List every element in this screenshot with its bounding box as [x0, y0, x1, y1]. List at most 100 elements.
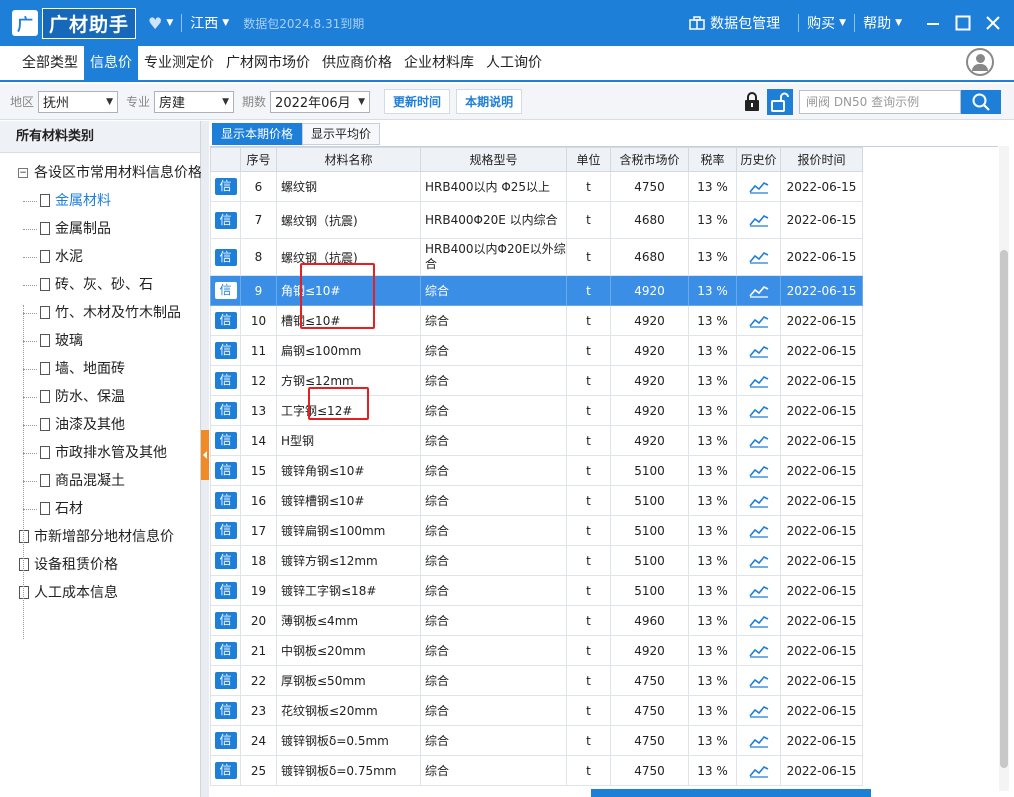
cell-history[interactable]	[736, 365, 781, 396]
tree-node-child[interactable]: 市政排水管及其他	[0, 439, 200, 467]
info-badge[interactable]: 信	[214, 762, 237, 779]
help-menu[interactable]: 帮助 ▼	[863, 13, 902, 33]
info-badge[interactable]: 信	[214, 492, 237, 509]
tree-node-child[interactable]: 砖、灰、砂、石	[0, 271, 200, 299]
table-row[interactable]: 信 20 薄钢板≤4mm 综合 t 4960 13 % 2022-06-15	[210, 605, 863, 636]
close-button[interactable]	[982, 12, 1004, 34]
cell-history[interactable]	[736, 201, 781, 239]
tree-node-child[interactable]: 石材	[0, 495, 200, 523]
table-row[interactable]: 信 25 镀锌钢板δ=0.75mm 综合 t 4750 13 % 2022-06-15	[210, 755, 863, 786]
info-badge[interactable]: 信	[214, 282, 237, 299]
collapse-panel-handle[interactable]	[201, 430, 209, 480]
tree-node-child[interactable]: 金属材料	[0, 187, 200, 215]
trend-chart-icon[interactable]	[748, 764, 769, 778]
cell-history[interactable]	[736, 665, 781, 696]
trend-chart-icon[interactable]	[748, 284, 769, 298]
trend-chart-icon[interactable]	[748, 250, 769, 264]
table-row[interactable]: 信 16 镀锌槽钢≤10# 综合 t 5100 13 % 2022-06-15	[210, 485, 863, 516]
info-badge[interactable]: 信	[214, 178, 237, 195]
trend-chart-icon[interactable]	[748, 674, 769, 688]
column-header[interactable]: 历史价	[736, 147, 781, 172]
unlock-button[interactable]	[767, 89, 793, 115]
cell-history[interactable]	[736, 425, 781, 456]
column-header[interactable]: 含税市场价	[610, 147, 689, 172]
trend-chart-icon[interactable]	[748, 554, 769, 568]
tree-node-root[interactable]: 设备租赁价格	[0, 551, 200, 579]
user-avatar-icon[interactable]	[966, 48, 994, 76]
table-row[interactable]: 信 19 镀锌工字钢≤18# 综合 t 5100 13 % 2022-06-15	[210, 575, 863, 606]
info-badge[interactable]: 信	[214, 248, 237, 266]
trend-chart-icon[interactable]	[748, 434, 769, 448]
region-switcher[interactable]: 江西	[190, 13, 218, 33]
trend-chart-icon[interactable]	[748, 704, 769, 718]
scrollbar-thumb[interactable]	[1000, 250, 1008, 768]
maximize-button[interactable]	[952, 12, 974, 34]
info-badge[interactable]: 信	[214, 732, 237, 749]
trend-chart-icon[interactable]	[748, 734, 769, 748]
trend-chart-icon[interactable]	[748, 180, 769, 194]
trend-chart-icon[interactable]	[748, 213, 769, 227]
period-note-button[interactable]: 本期说明	[456, 89, 523, 114]
info-badge[interactable]: 信	[214, 612, 237, 629]
chevron-down-icon[interactable]: ▼	[166, 18, 173, 28]
info-badge[interactable]: 信	[214, 342, 237, 359]
info-badge[interactable]: 信	[214, 582, 237, 599]
cell-history[interactable]	[736, 605, 781, 636]
tree-node-child[interactable]: 水泥	[0, 243, 200, 271]
column-header[interactable]: 税率	[688, 147, 737, 172]
tab-menu-4[interactable]: 供应商价格	[316, 46, 398, 80]
info-badge[interactable]: 信	[214, 462, 237, 479]
cell-history[interactable]	[736, 395, 781, 426]
chevron-down-icon[interactable]: ▼	[222, 18, 229, 28]
cell-history[interactable]	[736, 695, 781, 726]
cell-history[interactable]	[736, 545, 781, 576]
trend-chart-icon[interactable]	[748, 374, 769, 388]
trend-chart-icon[interactable]	[748, 404, 769, 418]
cell-history[interactable]	[736, 275, 781, 306]
info-badge[interactable]: 信	[214, 432, 237, 449]
column-header[interactable]: 单位	[566, 147, 611, 172]
tree-node-child[interactable]: 防水、保温	[0, 383, 200, 411]
tab-menu-0[interactable]: 全部类型	[16, 46, 84, 80]
tab-menu-2[interactable]: 专业测定价	[138, 46, 220, 80]
region-select[interactable]: 抚州 ▼	[38, 90, 119, 113]
collapse-icon[interactable]: −	[18, 168, 28, 178]
table-row[interactable]: 信 21 中钢板≤20mm 综合 t 4920 13 % 2022-06-15	[210, 635, 863, 666]
period-select[interactable]: 2022年06月 ▼	[270, 90, 371, 113]
tree-node-child[interactable]: 竹、木材及竹木制品	[0, 299, 200, 327]
info-badge[interactable]: 信	[214, 702, 237, 719]
cell-history[interactable]	[736, 171, 781, 202]
trend-chart-icon[interactable]	[748, 314, 769, 328]
table-row[interactable]: 信 18 镀锌方钢≤12mm 综合 t 5100 13 % 2022-06-15	[210, 545, 863, 576]
tab-average-price[interactable]: 显示平均价	[302, 123, 381, 145]
cell-history[interactable]	[736, 755, 781, 786]
table-scrollbar[interactable]	[999, 146, 1009, 791]
trend-chart-icon[interactable]	[748, 464, 769, 478]
lock-icon[interactable]	[744, 92, 760, 112]
cell-history[interactable]	[736, 515, 781, 546]
search-input[interactable]: 闸阀 DN50 查询示例	[799, 90, 961, 114]
tree-node-child[interactable]: 油漆及其他	[0, 411, 200, 439]
major-select[interactable]: 房建 ▼	[154, 90, 235, 113]
table-row[interactable]: 信 22 厚钢板≤50mm 综合 t 4750 13 % 2022-06-15	[210, 665, 863, 696]
tab-current-price[interactable]: 显示本期价格	[212, 123, 303, 145]
column-header[interactable]: 材料名称	[276, 147, 421, 172]
table-row[interactable]: 信 15 镀锌角钢≤10# 综合 t 5100 13 % 2022-06-15	[210, 455, 863, 486]
table-row[interactable]: 信 6 螺纹钢 HRB400以内 Φ25以上 t 4750 13 % 2022-06-15	[210, 171, 863, 202]
info-badge[interactable]: 信	[214, 522, 237, 539]
table-row[interactable]: 信 14 H型钢 综合 t 4920 13 % 2022-06-15	[210, 425, 863, 456]
tree-node-child[interactable]: 金属制品	[0, 215, 200, 243]
cell-history[interactable]	[736, 485, 781, 516]
trend-chart-icon[interactable]	[748, 644, 769, 658]
table-row[interactable]: 信 23 花纹钢板≤20mm 综合 t 4750 13 % 2022-06-15	[210, 695, 863, 726]
tab-menu-1[interactable]: 信息价	[84, 46, 138, 80]
table-row[interactable]: 信 11 扁钢≤100mm 综合 t 4920 13 % 2022-06-15	[210, 335, 863, 366]
update-time-button[interactable]: 更新时间	[384, 89, 451, 114]
info-badge[interactable]: 信	[214, 402, 237, 419]
buy-menu[interactable]: 购买 ▼	[807, 13, 846, 33]
info-badge[interactable]: 信	[214, 642, 237, 659]
tree-node-root[interactable]: 人工成本信息	[0, 579, 200, 607]
info-badge[interactable]: 信	[214, 312, 237, 329]
cell-history[interactable]	[736, 238, 781, 276]
info-badge[interactable]: 信	[214, 552, 237, 569]
